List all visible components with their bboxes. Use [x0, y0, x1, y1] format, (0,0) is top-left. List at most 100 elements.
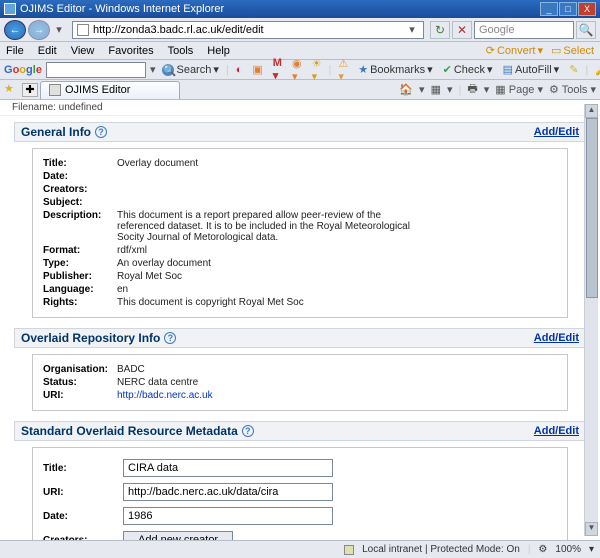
tab-label: OJIMS Editor: [65, 84, 130, 96]
forward-button[interactable]: →: [28, 20, 50, 40]
google-search-dropdown-icon[interactable]: ▾: [150, 63, 156, 76]
zone-icon: [344, 545, 354, 555]
val-uri: http://badc.nerc.ac.uk: [117, 390, 557, 401]
filename-label: Filename: undefined: [0, 100, 600, 116]
hazard-icon[interactable]: ⚠ ▾: [335, 57, 351, 83]
tab-ojims-editor[interactable]: OJIMS Editor: [40, 81, 180, 99]
minimize-button[interactable]: _: [540, 2, 558, 16]
window-titlebar: OJIMS Editor - Windows Internet Explorer…: [0, 0, 600, 18]
window-title: OJIMS Editor - Windows Internet Explorer: [20, 3, 224, 15]
panel-general: Title:Overlay document Date: Creators: S…: [32, 148, 568, 318]
lbl-org: Organisation:: [43, 364, 117, 375]
check-button[interactable]: ✔ Check ▾: [440, 63, 496, 76]
lbl-subject: Subject:: [43, 197, 117, 208]
google-toolbar: Google ▾ 🔍Search▾ | ◐ ▣ M ▾ ◉ ▾ ☀ ▾ | ⚠ …: [0, 60, 600, 80]
link-repo-uri[interactable]: http://badc.nerc.ac.uk: [117, 390, 213, 401]
url-dropdown-icon[interactable]: ▾: [405, 23, 419, 36]
highlight-icon[interactable]: ✎: [566, 63, 581, 76]
val-date: [117, 171, 557, 182]
scroll-thumb[interactable]: [586, 118, 598, 298]
page-icon: [77, 24, 89, 36]
menu-file[interactable]: File: [6, 45, 24, 57]
browser-search-box[interactable]: Google: [474, 21, 574, 39]
input-res-title[interactable]: [123, 459, 333, 477]
google-search-button[interactable]: 🔍Search▾: [159, 63, 221, 76]
section-title-general: General Info ?: [21, 125, 107, 139]
navigation-bar: ← → ▾ ▾ ↻ ✕ Google 🔍: [0, 18, 600, 42]
search-go-button[interactable]: 🔍: [576, 21, 596, 39]
maximize-button[interactable]: □: [559, 2, 577, 16]
signin-button[interactable]: 🔑 Sign In ▾: [592, 58, 600, 82]
lbl-date: Date:: [43, 171, 117, 182]
menu-favorites[interactable]: Favorites: [108, 45, 153, 57]
lbl-language: Language:: [43, 284, 117, 295]
help-icon[interactable]: ?: [164, 332, 176, 344]
lbl-res-date: Date:: [43, 511, 117, 522]
lbl-format: Format:: [43, 245, 117, 256]
home-button[interactable]: 🏠: [399, 83, 413, 96]
val-title: Overlay document: [117, 158, 557, 169]
section-head-repo: Overlaid Repository Info ? Add/Edit: [14, 328, 586, 348]
val-language: en: [117, 284, 557, 295]
bookmarks-button[interactable]: ★ Bookmarks ▾: [355, 63, 435, 76]
history-dropdown-icon[interactable]: ▾: [52, 23, 66, 36]
print-button[interactable]: 🖶: [467, 80, 477, 99]
feed-icon[interactable]: ◉ ▾: [289, 57, 305, 83]
favorites-star-icon[interactable]: ★: [4, 82, 20, 98]
lbl-uri: URI:: [43, 390, 117, 401]
panel-repo: Organisation:BADC Status:NERC data centr…: [32, 354, 568, 411]
add-favorites-icon[interactable]: ✚: [22, 83, 38, 97]
zoom-dropdown-icon[interactable]: ▾: [589, 544, 594, 555]
gmail-icon[interactable]: ◐: [233, 64, 246, 76]
tools-menu[interactable]: ⚙ Tools ▾: [549, 83, 596, 96]
section-head-general: General Info ? Add/Edit: [14, 122, 586, 142]
add-edit-resource[interactable]: Add/Edit: [534, 425, 579, 437]
section-title-repo: Overlaid Repository Info ?: [21, 331, 176, 345]
val-publisher: Royal Met Soc: [117, 271, 557, 282]
lbl-creators: Creators:: [43, 184, 117, 195]
back-button[interactable]: ←: [4, 20, 26, 40]
blogger-icon[interactable]: ▣: [249, 63, 265, 76]
add-edit-general[interactable]: Add/Edit: [534, 126, 579, 138]
panel-resource: Title: URI: Date: Creators:Add new creat…: [32, 447, 568, 540]
convert-button[interactable]: ⟳ Convert ▾: [486, 44, 543, 57]
zoom-label[interactable]: 100%: [555, 544, 581, 555]
input-res-date[interactable]: [123, 507, 333, 525]
menu-tools[interactable]: Tools: [168, 45, 194, 57]
close-button[interactable]: X: [578, 2, 596, 16]
tab-page-icon: [49, 84, 61, 96]
menu-edit[interactable]: Edit: [38, 45, 57, 57]
url-input[interactable]: [93, 24, 405, 36]
help-icon[interactable]: ?: [242, 425, 254, 437]
select-button[interactable]: ▭ Select: [551, 44, 594, 57]
add-creator-button[interactable]: Add new creator: [123, 531, 233, 540]
menu-view[interactable]: View: [71, 45, 95, 57]
google-search-input[interactable]: [46, 62, 146, 78]
lbl-type: Type:: [43, 258, 117, 269]
val-org: BADC: [117, 364, 557, 375]
val-creators: [117, 184, 557, 195]
autofill-button[interactable]: ▤ AutoFill ▾: [500, 63, 563, 76]
lbl-res-uri: URI:: [43, 487, 117, 498]
vertical-scrollbar[interactable]: ▲ ▼: [584, 104, 598, 536]
stop-button[interactable]: ✕: [452, 21, 472, 39]
input-res-uri[interactable]: [123, 483, 333, 501]
page-menu[interactable]: ▦ Page ▾: [495, 83, 543, 96]
val-type: An overlay document: [117, 258, 557, 269]
status-bar: Local intranet | Protected Mode: On | ⚙ …: [0, 540, 600, 558]
scroll-down-button[interactable]: ▼: [585, 522, 598, 536]
page-content: General Info ? Add/Edit Title:Overlay do…: [0, 116, 600, 540]
val-rights: This document is copyright Royal Met Soc: [117, 297, 557, 308]
refresh-button[interactable]: ↻: [430, 21, 450, 39]
weather-icon[interactable]: ☀ ▾: [309, 57, 325, 83]
address-bar[interactable]: ▾: [72, 21, 424, 39]
help-icon[interactable]: ?: [95, 126, 107, 138]
google-logo: Google: [4, 64, 42, 76]
scroll-up-button[interactable]: ▲: [585, 104, 598, 118]
menu-help[interactable]: Help: [207, 45, 230, 57]
feeds-button[interactable]: ▦: [431, 83, 441, 96]
add-edit-repo[interactable]: Add/Edit: [534, 332, 579, 344]
gmail-m-icon[interactable]: M ▾: [270, 57, 285, 82]
section-title-resource: Standard Overlaid Resource Metadata ?: [21, 424, 254, 438]
zoom-icon[interactable]: ⚙: [538, 544, 547, 555]
